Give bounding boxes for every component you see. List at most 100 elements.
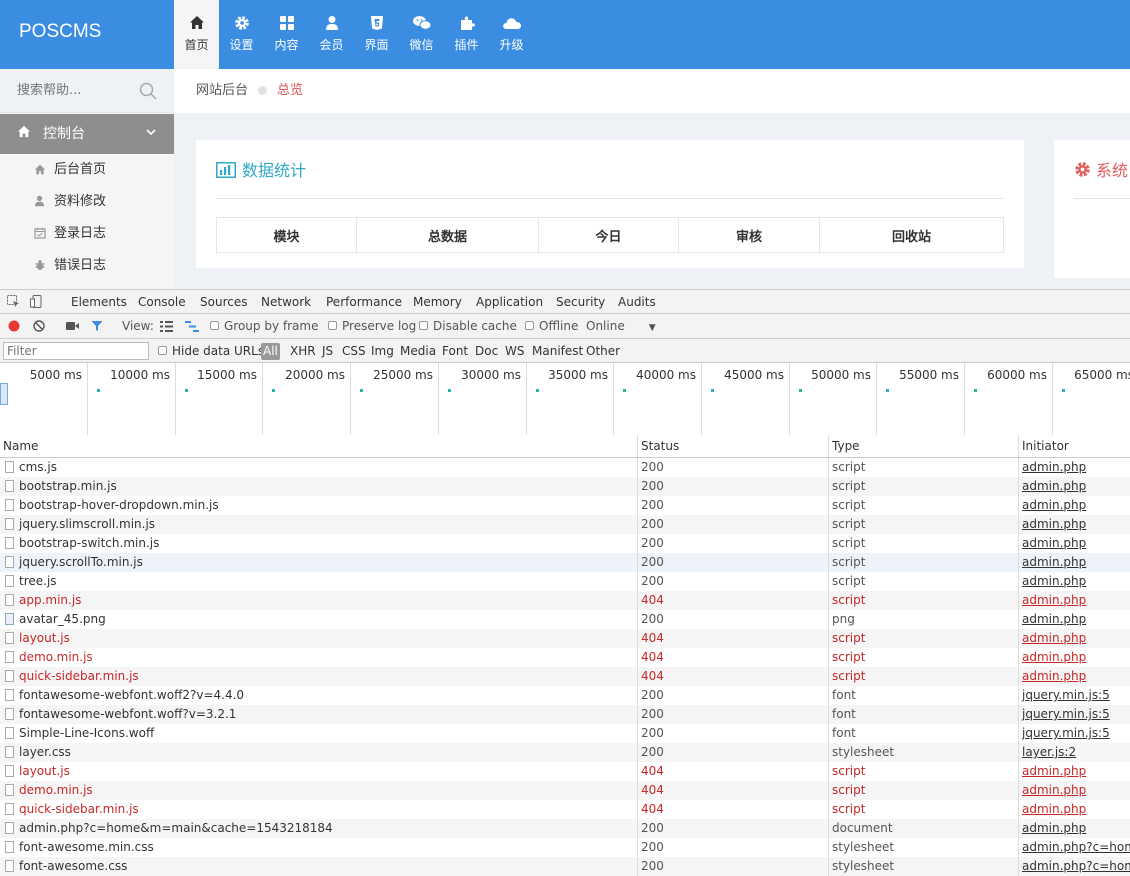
column-header-initiator[interactable]: Initiator <box>1018 435 1130 457</box>
request-row[interactable]: fontawesome-webfont.woff2?v=4.4.0 200 font… <box>0 686 1130 705</box>
initiator-link[interactable]: admin.php <box>1022 650 1086 664</box>
checkbox[interactable] <box>210 321 219 330</box>
sidebar-item-profile[interactable]: 资料修改 <box>0 186 174 218</box>
large-rows-icon[interactable] <box>160 321 173 332</box>
clear-icon[interactable] <box>33 320 45 332</box>
request-row[interactable]: font-awesome.min.css 200 stylesheet admin.p… <box>0 838 1130 857</box>
filter-type-ws[interactable]: WS <box>505 339 524 363</box>
breadcrumb-home[interactable]: 网站后台 <box>196 83 248 98</box>
device-toolbar-icon[interactable] <box>30 295 43 308</box>
sidebar-item-dashboard[interactable]: 后台首页 <box>0 154 174 186</box>
request-row[interactable]: quick-sidebar.min.js 404 script admin.php <box>0 800 1130 819</box>
filter-type-doc[interactable]: Doc <box>475 339 498 363</box>
request-row[interactable]: app.min.js 404 script admin.php <box>0 591 1130 610</box>
request-row[interactable]: layer.css 200 stylesheet layer.js:2 <box>0 743 1130 762</box>
nav-interface[interactable]: 界面 <box>354 0 399 69</box>
filter-type-manifest[interactable]: Manifest <box>532 339 583 363</box>
request-row[interactable]: jquery.slimscroll.min.js 200 script admin.p… <box>0 515 1130 534</box>
request-row[interactable]: quick-sidebar.min.js 404 script admin.php <box>0 667 1130 686</box>
checkbox[interactable] <box>328 321 337 330</box>
filter-icon[interactable] <box>91 320 103 332</box>
request-row[interactable]: jquery.scrollTo.min.js 200 script admin.php <box>0 553 1130 572</box>
checkbox[interactable] <box>158 346 167 355</box>
initiator-link[interactable]: admin.php <box>1022 498 1086 512</box>
initiator-link[interactable]: admin.php <box>1022 593 1086 607</box>
nav-plugins[interactable]: 插件 <box>444 0 489 69</box>
filter-type-other[interactable]: Other <box>586 339 620 363</box>
initiator-link[interactable]: admin.php <box>1022 764 1086 778</box>
initiator-link[interactable]: admin.php?c=home&m=main <box>1022 840 1130 854</box>
request-row[interactable]: bootstrap.min.js 200 script admin.php <box>0 477 1130 496</box>
video-camera-icon[interactable] <box>66 321 79 331</box>
tab-elements[interactable]: Elements <box>71 290 127 314</box>
initiator-link[interactable]: layer.js:2 <box>1022 745 1076 759</box>
initiator-link[interactable]: admin.php <box>1022 536 1086 550</box>
sidebar-section-console[interactable]: 控制台 <box>0 114 174 154</box>
network-timeline-overview[interactable]: 5000 ms 10000 ms 15000 ms 20000 ms 25000 ms 3… <box>0 363 1130 436</box>
initiator-link[interactable]: admin.php <box>1022 555 1086 569</box>
tab-audits[interactable]: Audits <box>618 290 656 314</box>
request-row[interactable]: bootstrap-hover-dropdown.min.js 200 script… <box>0 496 1130 515</box>
initiator-link[interactable]: admin.php <box>1022 460 1086 474</box>
request-row[interactable]: Simple-Line-Icons.woff 200 font jquery.min.… <box>0 724 1130 743</box>
search-icon[interactable] <box>139 82 157 100</box>
filter-input[interactable] <box>3 342 149 360</box>
initiator-link[interactable]: admin.php?c=home&m=main <box>1022 859 1130 873</box>
request-row[interactable]: admin.php?c=home&m=main&cache=1543218184… <box>0 819 1130 838</box>
tab-application[interactable]: Application <box>476 290 543 314</box>
request-row[interactable]: layout.js 404 script admin.php <box>0 629 1130 648</box>
initiator-link[interactable]: admin.php <box>1022 612 1086 626</box>
sidebar-item-login-log[interactable]: 登录日志 <box>0 218 174 250</box>
request-row[interactable]: font-awesome.css 200 stylesheet admin.php?c… <box>0 857 1130 876</box>
request-row[interactable]: avatar_45.png 200 png admin.php <box>0 610 1130 629</box>
filter-type-img[interactable]: Img <box>371 339 394 363</box>
initiator-link[interactable]: admin.php <box>1022 821 1086 835</box>
filter-type-media[interactable]: Media <box>400 339 436 363</box>
filter-type-css[interactable]: CSS <box>342 339 366 363</box>
checkbox[interactable] <box>419 321 428 330</box>
checkbox[interactable] <box>525 321 534 330</box>
inspect-element-icon[interactable] <box>7 295 20 308</box>
request-row[interactable]: demo.min.js 404 script admin.php <box>0 648 1130 667</box>
group-by-frame-checkbox[interactable]: Group by frame <box>210 314 318 339</box>
hide-data-urls-checkbox[interactable]: Hide data URLs <box>158 339 264 363</box>
initiator-link[interactable]: admin.php <box>1022 479 1086 493</box>
app-logo[interactable]: POSCMS <box>0 0 174 69</box>
tab-console[interactable]: Console <box>138 290 186 314</box>
request-row[interactable]: bootstrap-switch.min.js 200 script admin.ph… <box>0 534 1130 553</box>
nav-home[interactable]: 首页 <box>174 0 219 69</box>
sidebar-search-input[interactable] <box>0 69 150 111</box>
filter-type-all[interactable]: All <box>261 343 280 360</box>
initiator-link[interactable]: admin.php <box>1022 783 1086 797</box>
tab-performance[interactable]: Performance <box>326 290 402 314</box>
initiator-link[interactable]: admin.php <box>1022 631 1086 645</box>
initiator-link[interactable]: jquery.min.js:5 <box>1022 726 1110 740</box>
initiator-link[interactable]: jquery.min.js:5 <box>1022 688 1110 702</box>
waterfall-icon[interactable] <box>185 321 199 332</box>
request-row[interactable]: cms.js 200 script admin.php <box>0 458 1130 477</box>
column-header-status[interactable]: Status <box>637 435 828 457</box>
nav-upgrade[interactable]: 升级 <box>489 0 534 69</box>
record-icon[interactable] <box>8 320 20 332</box>
request-row[interactable]: demo.min.js 404 script admin.php <box>0 781 1130 800</box>
request-row[interactable]: fontawesome-webfont.woff?v=3.2.1 200 font j… <box>0 705 1130 724</box>
initiator-link[interactable]: admin.php <box>1022 669 1086 683</box>
column-header-type[interactable]: Type <box>828 435 1018 457</box>
request-row[interactable]: tree.js 200 script admin.php <box>0 572 1130 591</box>
initiator-link[interactable]: jquery.min.js:5 <box>1022 707 1110 721</box>
throttle-select[interactable]: Online ▼ <box>586 314 656 341</box>
filter-type-js[interactable]: JS <box>322 339 333 363</box>
initiator-link[interactable]: admin.php <box>1022 517 1086 531</box>
nav-members[interactable]: 会员 <box>309 0 354 69</box>
tab-security[interactable]: Security <box>556 290 605 314</box>
nav-wechat[interactable]: 微信 <box>399 0 444 69</box>
request-row[interactable]: layout.js 404 script admin.php <box>0 762 1130 781</box>
offline-checkbox[interactable]: Offline <box>525 314 578 339</box>
tab-network[interactable]: Network <box>261 290 311 314</box>
tab-memory[interactable]: Memory <box>413 290 462 314</box>
filter-type-xhr[interactable]: XHR <box>290 339 316 363</box>
nav-settings[interactable]: 设置 <box>219 0 264 69</box>
initiator-link[interactable]: admin.php <box>1022 574 1086 588</box>
sidebar-item-error-log[interactable]: 错误日志 <box>0 250 174 282</box>
column-header-name[interactable]: Name <box>0 435 637 457</box>
